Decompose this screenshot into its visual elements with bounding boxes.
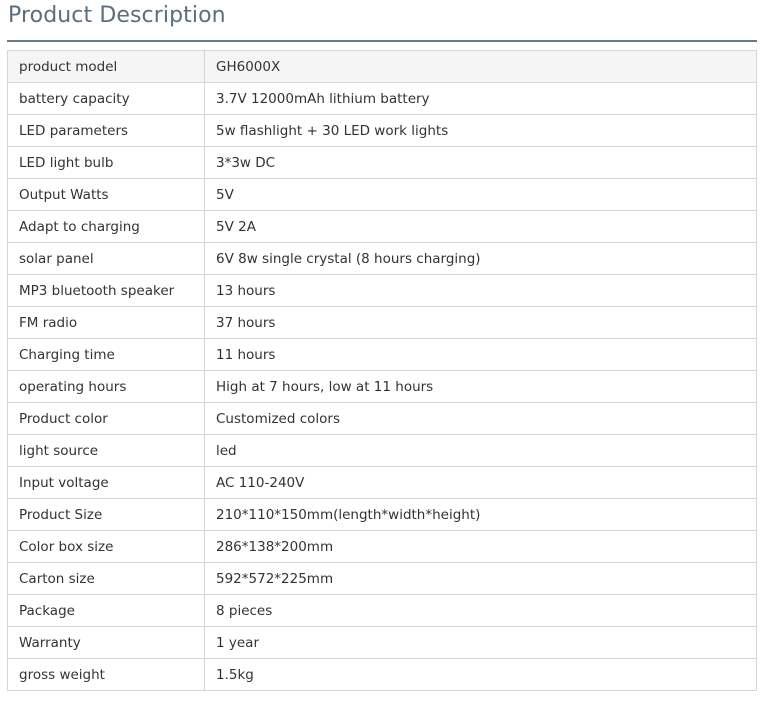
- spec-label: Product Size: [7, 498, 205, 531]
- spec-value: AC 110-240V: [204, 466, 757, 499]
- spec-row: Adapt to charging 5V 2A: [7, 210, 757, 243]
- spec-label: Product color: [7, 402, 205, 435]
- spec-row: Package 8 pieces: [7, 594, 757, 627]
- spec-row: Output Watts 5V: [7, 178, 757, 211]
- spec-row: battery capacity 3.7V 12000mAh lithium ba…: [7, 82, 757, 115]
- spec-value: Customized colors: [204, 402, 757, 435]
- spec-label: Carton size: [7, 562, 205, 595]
- spec-value: 5w flashlight + 30 LED work lights: [204, 114, 757, 147]
- spec-row: Carton size 592*572*225mm: [7, 562, 757, 595]
- spec-row: LED parameters 5w flashlight + 30 LED wor…: [7, 114, 757, 147]
- spec-row: Product Size 210*110*150mm(length*width*h…: [7, 498, 757, 531]
- spec-value: 8 pieces: [204, 594, 757, 627]
- spec-value: 3*3w DC: [204, 146, 757, 179]
- spec-value: 5V: [204, 178, 757, 211]
- section-header: Product Description: [7, 0, 757, 42]
- spec-label: Adapt to charging: [7, 210, 205, 243]
- spec-value: 592*572*225mm: [204, 562, 757, 595]
- spec-value: 1 year: [204, 626, 757, 659]
- spec-value: 3.7V 12000mAh lithium battery: [204, 82, 757, 115]
- spec-value: led: [204, 434, 757, 467]
- spec-row: FM radio 37 hours: [7, 306, 757, 339]
- spec-label: Output Watts: [7, 178, 205, 211]
- spec-label: LED parameters: [7, 114, 205, 147]
- product-spec-table: product model GH6000X battery capacity 3.7V…: [7, 50, 757, 691]
- spec-value: 286*138*200mm: [204, 530, 757, 563]
- spec-row: Charging time 11 hours: [7, 338, 757, 371]
- spec-value: 11 hours: [204, 338, 757, 371]
- spec-label: FM radio: [7, 306, 205, 339]
- spec-label: Package: [7, 594, 205, 627]
- spec-label: LED light bulb: [7, 146, 205, 179]
- spec-row: Input voltage AC 110-240V: [7, 466, 757, 499]
- spec-row: Color box size 286*138*200mm: [7, 530, 757, 563]
- spec-label: product model: [7, 50, 205, 83]
- spec-row: gross weight 1.5kg: [7, 658, 757, 691]
- spec-label: gross weight: [7, 658, 205, 691]
- spec-row: product model GH6000X: [7, 50, 757, 83]
- spec-label: Warranty: [7, 626, 205, 659]
- spec-row: MP3 bluetooth speaker 13 hours: [7, 274, 757, 307]
- spec-label: operating hours: [7, 370, 205, 403]
- section-title: Product Description: [8, 3, 226, 28]
- spec-value: High at 7 hours, low at 11 hours: [204, 370, 757, 403]
- spec-value: 6V 8w single crystal (8 hours charging): [204, 242, 757, 275]
- spec-row: LED light bulb 3*3w DC: [7, 146, 757, 179]
- spec-row: solar panel 6V 8w single crystal (8 hours…: [7, 242, 757, 275]
- spec-label: battery capacity: [7, 82, 205, 115]
- spec-row: light source led: [7, 434, 757, 467]
- spec-row: Warranty 1 year: [7, 626, 757, 659]
- spec-label: light source: [7, 434, 205, 467]
- spec-value: 210*110*150mm(length*width*height): [204, 498, 757, 531]
- spec-table-body: product model GH6000X battery capacity 3.7V…: [7, 50, 757, 691]
- spec-row: Product color Customized colors: [7, 402, 757, 435]
- spec-value: 37 hours: [204, 306, 757, 339]
- spec-value: 1.5kg: [204, 658, 757, 691]
- spec-label: solar panel: [7, 242, 205, 275]
- spec-value: 5V 2A: [204, 210, 757, 243]
- spec-label: MP3 bluetooth speaker: [7, 274, 205, 307]
- spec-label: Color box size: [7, 530, 205, 563]
- spec-row: operating hours High at 7 hours, low at 1…: [7, 370, 757, 403]
- spec-label: Charging time: [7, 338, 205, 371]
- spec-label: Input voltage: [7, 466, 205, 499]
- spec-value: GH6000X: [204, 50, 757, 83]
- spec-value: 13 hours: [204, 274, 757, 307]
